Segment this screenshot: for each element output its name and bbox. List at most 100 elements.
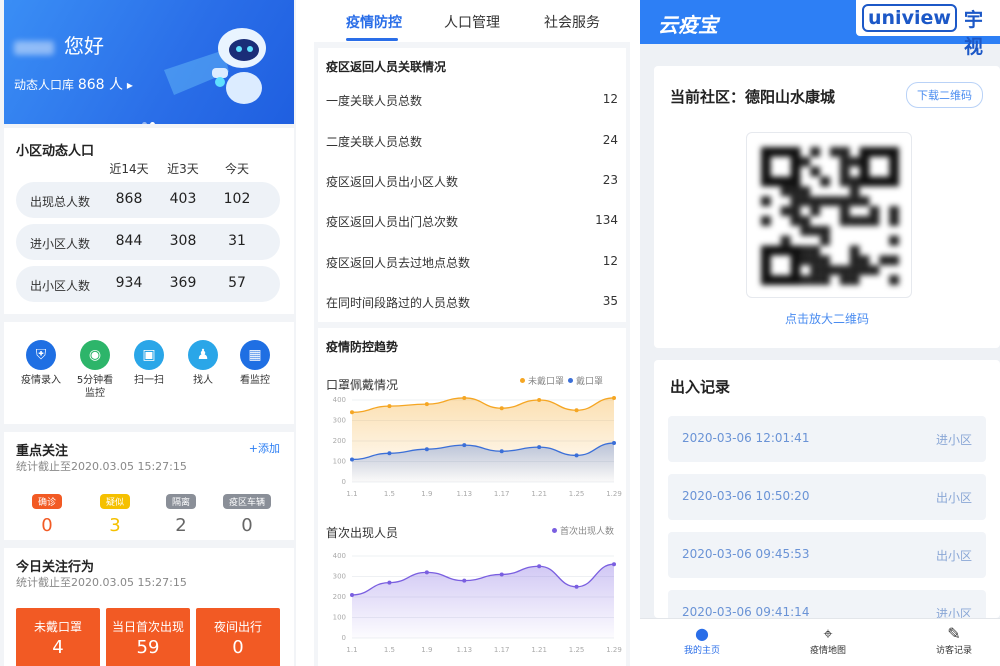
data-point — [462, 395, 467, 400]
y-tick-label: 200 — [333, 437, 346, 445]
nav-visitor-records[interactable]: ✎ 访客记录 — [914, 625, 994, 657]
record-row[interactable]: 2020-03-06 09:45:53 出小区 — [668, 532, 986, 578]
record-row[interactable]: 2020-03-06 12:01:41 进小区 — [668, 416, 986, 462]
monitor-button[interactable]: ▦ 看监控 — [232, 340, 278, 387]
records-title: 出入记录 — [670, 378, 731, 396]
header-today: 今天 — [224, 162, 249, 176]
focus-tag-vehicles[interactable]: 疫区车辆 0 — [222, 490, 272, 536]
header-14d: 近14天 — [109, 162, 149, 176]
first-seen-chart: 0 100 200 300 400 1.1 1.5 1.9 1.13 1.17 1.21 1.25 1.… — [333, 552, 622, 654]
community-screen: 云疫宝 uniview 宇视 当前社区：德阳山水康城 下载二维码 点击放大二维码 … — [640, 0, 1000, 666]
relation-row[interactable]: 在同时间段路过的人员总数 35 — [326, 294, 618, 311]
x-tick-label: 1.1 — [346, 646, 357, 654]
x-tick-label: 1.29 — [606, 646, 622, 654]
focus-card: 重点关注 +添加 统计截止至2020.03.05 15:27:15 确诊 0 疑似… — [4, 432, 294, 540]
enlarge-qr-link[interactable]: 点击放大二维码 — [654, 310, 1000, 327]
focus-title: 重点关注 — [16, 444, 69, 459]
relation-row[interactable]: 二度关联人员总数 24 — [326, 133, 618, 150]
population-link[interactable]: 动态人口库 868 人 ▸ — [14, 74, 133, 94]
data-point — [350, 457, 354, 462]
tab-epidemic[interactable]: 疫情防控 — [346, 12, 402, 32]
focus-tag-confirmed[interactable]: 确诊 0 — [22, 490, 72, 536]
nav-home[interactable]: ● 我的主页 — [662, 624, 742, 657]
quick-actions: ⛨ 疫情录入 ◉ 5分钟看监控 ▣ 扫一扫 ♟ 找人 ▦ 看监控 — [4, 322, 294, 424]
data-point — [350, 592, 354, 597]
record-row[interactable]: 2020-03-06 10:50:20 出小区 — [668, 474, 986, 520]
night-travel-box[interactable]: 夜间出行 0 — [196, 608, 280, 666]
x-tick-label: 1.25 — [569, 490, 585, 498]
population-stats-card: 小区动态人口 近14天 近3天 今天 出现总人数 868 403 102 进小区… — [4, 128, 294, 314]
focus-tag-isolated[interactable]: 隔离 2 — [156, 490, 206, 536]
tab-social[interactable]: 社会服务 — [544, 12, 600, 32]
x-tick-label: 1.25 — [569, 646, 585, 654]
data-point — [387, 580, 392, 585]
chevron-right-icon: ▸ — [126, 78, 133, 92]
carousel-dots[interactable] — [142, 112, 158, 124]
person-icon: ● — [695, 624, 709, 643]
qr-code[interactable] — [746, 132, 912, 298]
relation-row[interactable]: 疫区返回人员出门总次数 134 — [326, 213, 618, 230]
qr-code-image — [761, 147, 899, 285]
community-title: 当前社区：德阳山水康城 — [670, 88, 836, 106]
app-header: 云疫宝 uniview 宇视 — [640, 0, 1000, 58]
epidemic-entry-button[interactable]: ⛨ 疫情录入 — [18, 340, 64, 387]
camera-icon: ◉ — [80, 340, 110, 370]
mask-chart: 0 100 200 300 400 1.1 1.5 1.9 1.13 1.17 1.21 1.25 1.… — [333, 395, 622, 498]
record-row[interactable]: 2020-03-06 09:41:14 进小区 — [668, 590, 986, 618]
first-seen-box[interactable]: 当日首次出现 59 — [106, 608, 190, 666]
relation-row[interactable]: 疫区返回人员出小区人数 23 — [326, 173, 618, 190]
data-point — [424, 570, 429, 575]
no-mask-box[interactable]: 未戴口罩 4 — [16, 608, 100, 666]
scan-button[interactable]: ▣ 扫一扫 — [126, 340, 172, 387]
data-point — [462, 443, 467, 448]
data-point — [574, 453, 579, 458]
x-tick-label: 1.21 — [531, 490, 547, 498]
x-tick-label: 1.13 — [456, 646, 472, 654]
data-point — [499, 406, 504, 411]
behavior-stat-time: 统计截止至2020.03.05 15:27:15 — [16, 576, 187, 589]
active-tab-indicator — [346, 38, 398, 41]
relations-title: 疫区返回人员关联情况 — [326, 60, 447, 74]
find-person-button[interactable]: ♟ 找人 — [180, 340, 226, 387]
data-point — [537, 445, 542, 450]
first-seen-chart-title: 首次出现人员 — [326, 526, 399, 540]
y-tick-label: 100 — [333, 614, 346, 622]
data-point — [574, 584, 579, 589]
data-point — [424, 447, 429, 452]
welcome-banner[interactable]: 您好 动态人口库 868 人 ▸ — [4, 0, 294, 124]
y-tick-label: 200 — [333, 593, 346, 601]
relations-card: 疫区返回人员关联情况 一度关联人员总数 12 二度关联人员总数 24 疫区返回人员出… — [318, 48, 626, 322]
monitor-icon: ▦ — [240, 340, 270, 370]
tab-bar: 疫情防控 人口管理 社会服务 — [314, 0, 630, 42]
greeting: 您好 — [14, 30, 104, 59]
relation-row[interactable]: 一度关联人员总数 12 — [326, 92, 618, 109]
nav-epidemic-map[interactable]: ⌖ 疫情地图 — [788, 625, 868, 657]
trend-title: 疫情防控趋势 — [326, 340, 399, 354]
series-area — [352, 564, 614, 638]
relation-row[interactable]: 疫区返回人员去过地点总数 12 — [326, 254, 618, 271]
x-tick-label: 1.13 — [456, 490, 472, 498]
bottom-nav: ● 我的主页 ⌖ 疫情地图 ✎ 访客记录 — [640, 618, 1000, 666]
community-card: 当前社区：德阳山水康城 下载二维码 点击放大二维码 — [654, 66, 1000, 348]
x-tick-label: 1.21 — [531, 646, 547, 654]
y-tick-label: 0 — [342, 634, 346, 642]
y-tick-label: 300 — [333, 417, 346, 425]
tab-population[interactable]: 人口管理 — [444, 12, 500, 32]
focus-tag-suspected[interactable]: 疑似 3 — [90, 490, 140, 536]
behavior-title: 今日关注行为 — [16, 560, 95, 575]
home-screen: 您好 动态人口库 868 人 ▸ 小区动态人口 近14天 近3天 今天 出现总人… — [0, 0, 296, 666]
x-tick-label: 1.5 — [384, 490, 395, 498]
watch-5min-monitor-button[interactable]: ◉ 5分钟看监控 — [72, 340, 118, 400]
mask-chart-legend: 未戴口罩 戴口罩 — [516, 374, 603, 387]
y-tick-label: 100 — [333, 458, 346, 466]
data-point — [387, 451, 392, 456]
download-qr-button[interactable]: 下载二维码 — [906, 82, 983, 108]
add-focus-link[interactable]: +添加 — [249, 440, 280, 456]
data-point — [499, 572, 504, 577]
x-tick-label: 1.1 — [346, 490, 357, 498]
y-tick-label: 400 — [333, 396, 346, 404]
person-search-icon: ♟ — [188, 340, 218, 370]
scan-icon: ▣ — [134, 340, 164, 370]
records-card: 出入记录 2020-03-06 12:01:41 进小区 2020-03-06 1… — [654, 360, 1000, 618]
x-tick-label: 1.29 — [606, 490, 622, 498]
